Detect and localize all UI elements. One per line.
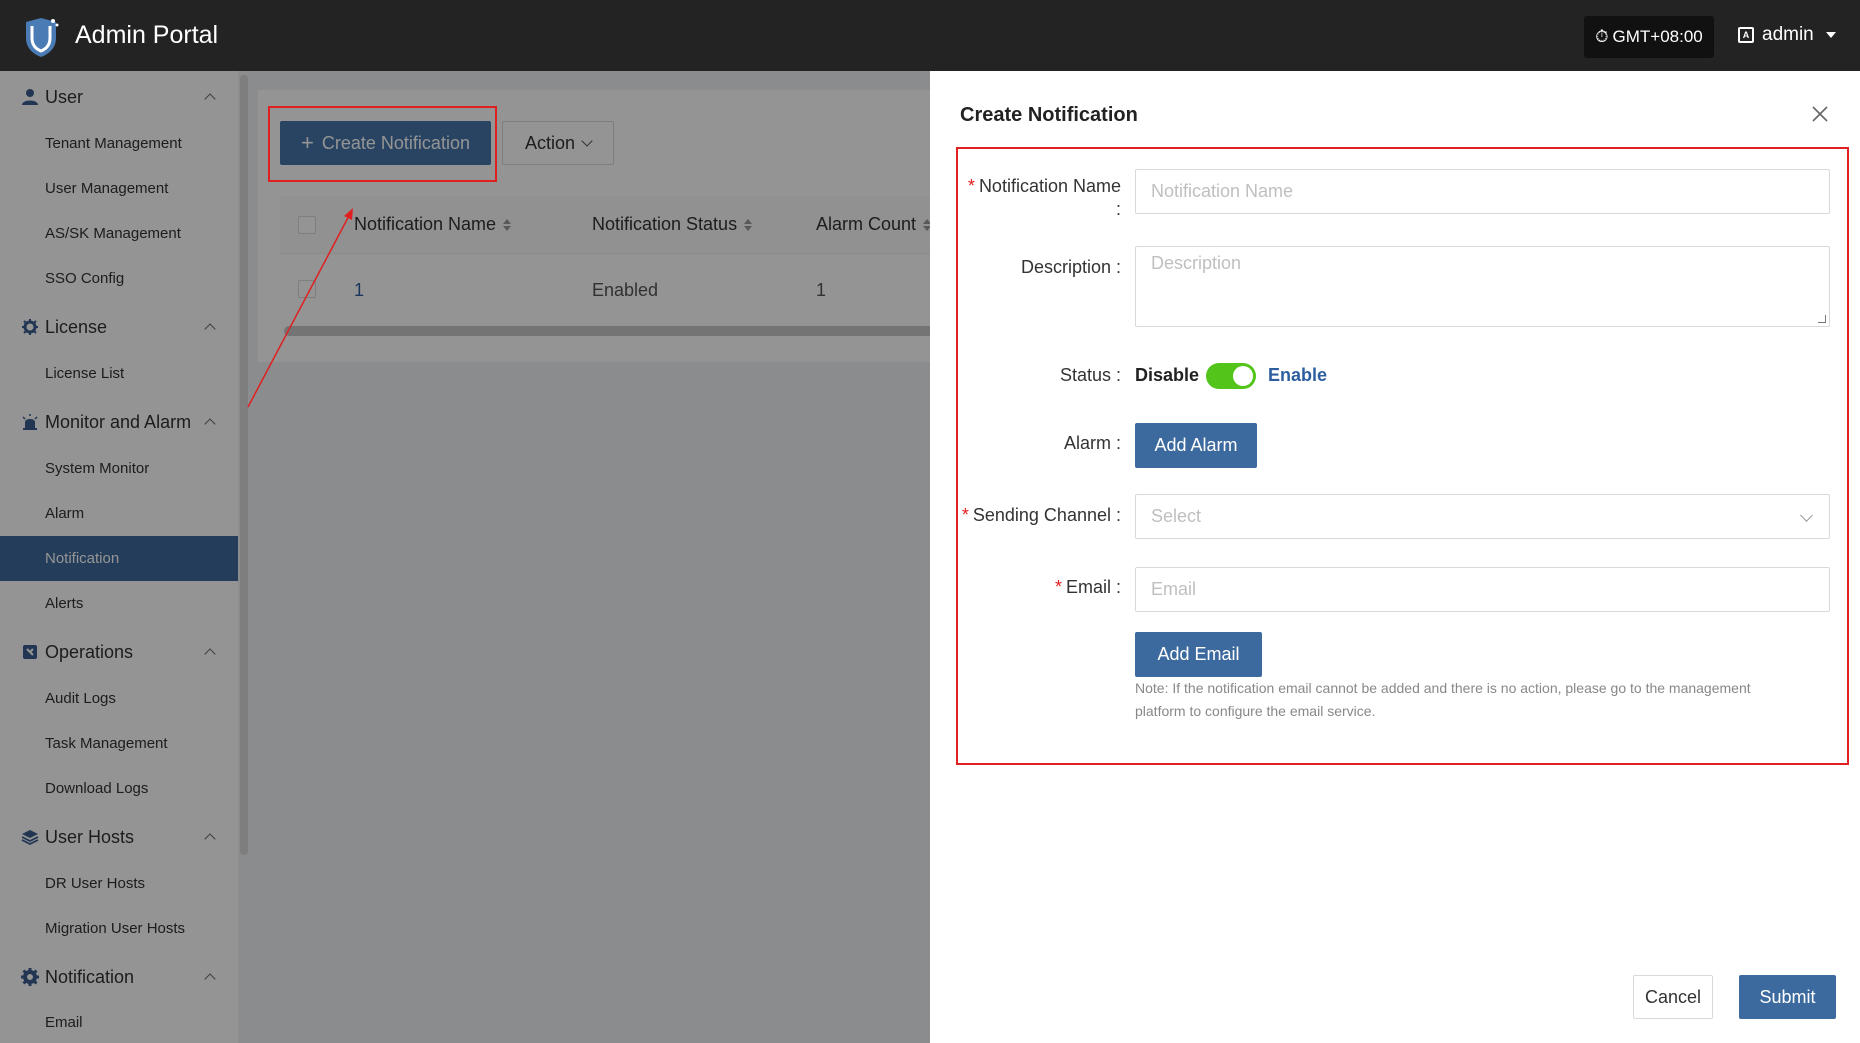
- toggle-knob: [1233, 366, 1253, 386]
- email-label: * Email :: [966, 577, 1121, 598]
- email-note-line: platform to configure the email service.: [1135, 703, 1376, 719]
- status-enable-text: Enable: [1268, 365, 1328, 385]
- email-placeholder: Email: [1151, 579, 1197, 599]
- timezone-label: GMT+08:00: [1612, 27, 1703, 46]
- required-mark: *: [967, 176, 975, 196]
- username: admin: [1762, 24, 1814, 45]
- status-disable-text: Disable: [1135, 365, 1200, 385]
- drawer-mask[interactable]: [0, 71, 930, 1043]
- app-title: Admin Portal: [75, 21, 219, 49]
- required-mark: *: [1054, 577, 1062, 597]
- user-menu[interactable]: A admin: [1738, 24, 1836, 46]
- caret-down-icon: [1825, 32, 1836, 38]
- shield-logo-icon: [26, 18, 59, 57]
- description-label: Description :: [1020, 257, 1121, 277]
- top-bar: Admin Portal ⏱ GMT+08:00 A admin: [0, 0, 1860, 71]
- add-alarm-button[interactable]: Add Alarm: [1135, 423, 1257, 468]
- notification-name-input[interactable]: Notification Name: [1135, 169, 1830, 214]
- sending-channel-label-text: Sending Channel :: [972, 505, 1121, 525]
- email-note-line: Note: If the notification email cannot b…: [1135, 680, 1751, 696]
- language-icon: A: [1738, 27, 1754, 43]
- clock-icon: ⏱: [1595, 27, 1609, 46]
- email-input[interactable]: Email: [1135, 567, 1830, 612]
- sending-channel-select[interactable]: Select: [1135, 494, 1830, 539]
- chevron-down-icon: [1800, 509, 1813, 522]
- notification-name-label: * Notification Name: [966, 176, 1121, 197]
- email-label-text: Email :: [1065, 577, 1121, 597]
- sending-channel-placeholder: Select: [1151, 506, 1202, 526]
- email-note: Note: If the notification email cannot b…: [1135, 677, 1825, 723]
- description-placeholder: Description: [1151, 253, 1242, 273]
- notification-name-placeholder: Notification Name: [1151, 181, 1294, 201]
- alarm-label: Alarm :: [1063, 433, 1121, 453]
- highlight-box-form: [956, 147, 1849, 765]
- timezone-selector[interactable]: ⏱ GMT+08:00: [1584, 16, 1714, 58]
- notification-name-label-text: Notification Name: [978, 176, 1121, 196]
- notification-name-colon: :: [1115, 199, 1121, 219]
- required-mark: *: [961, 505, 969, 525]
- add-email-button[interactable]: Add Email: [1135, 632, 1262, 677]
- status-toggle[interactable]: [1206, 363, 1256, 389]
- cancel-button[interactable]: Cancel: [1633, 975, 1713, 1019]
- status-label: Status :: [1059, 365, 1121, 385]
- drawer-title: Create Notification: [960, 104, 1138, 126]
- close-icon[interactable]: [1810, 104, 1830, 124]
- submit-button[interactable]: Submit: [1739, 975, 1836, 1019]
- highlight-box-create: [268, 106, 497, 182]
- description-textarea[interactable]: Description: [1135, 246, 1830, 327]
- sending-channel-label: * Sending Channel :: [946, 505, 1121, 526]
- resize-handle-icon[interactable]: [1818, 315, 1826, 323]
